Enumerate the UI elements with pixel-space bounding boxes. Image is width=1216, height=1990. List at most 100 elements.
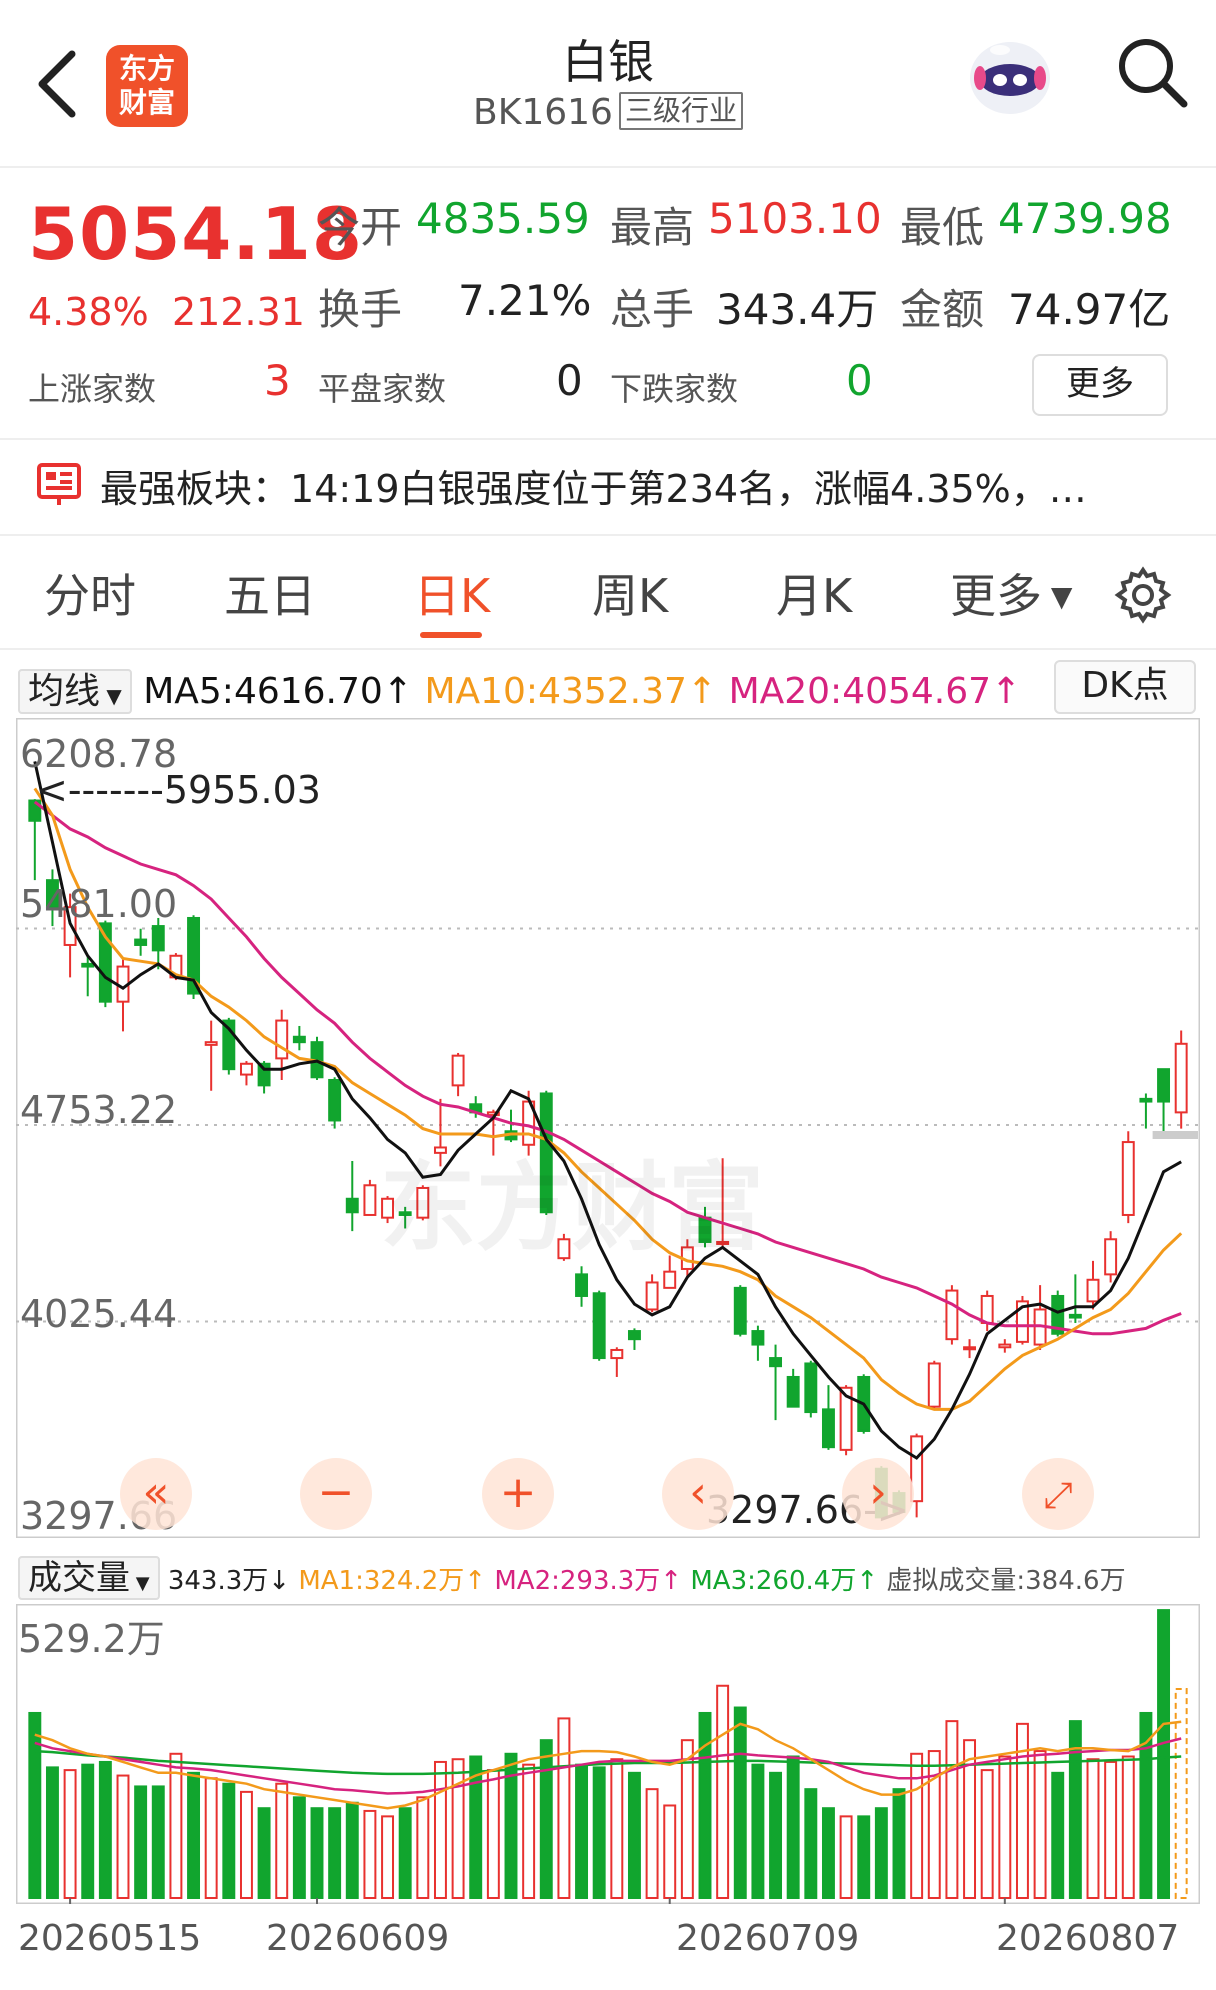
sector-label: 最强板块： bbox=[100, 467, 291, 511]
volume-bar-up bbox=[522, 1763, 536, 1899]
volume-bar-up bbox=[381, 1815, 395, 1899]
volume-bar-down bbox=[821, 1807, 835, 1900]
volume-y-top: 529.2万 bbox=[18, 1617, 165, 1661]
candle-up bbox=[239, 1062, 253, 1076]
turnover-value: 7.21% bbox=[458, 276, 592, 325]
turnover-label: 换手 bbox=[318, 285, 403, 334]
page-title: 白银 bbox=[562, 35, 654, 89]
volume-bar-down bbox=[1157, 1609, 1171, 1899]
volume-chart[interactable] bbox=[16, 1604, 1200, 1904]
tab-five-day[interactable]: 五日 bbox=[224, 560, 316, 626]
logo-line2: 财富 bbox=[118, 86, 175, 119]
volume-bar-up bbox=[116, 1774, 130, 1900]
low-label: 最低 bbox=[900, 203, 985, 252]
candle-down bbox=[786, 1375, 800, 1408]
tab-more[interactable]: 更多 ▼ bbox=[950, 560, 1072, 626]
volume-bar-down bbox=[592, 1766, 606, 1899]
volume-selector[interactable]: 成交量 ▼ bbox=[18, 1556, 160, 1600]
volume-bar-down bbox=[45, 1766, 59, 1899]
candle-down bbox=[134, 938, 148, 946]
candle-down bbox=[151, 925, 165, 952]
divider bbox=[0, 648, 1216, 650]
gear-icon[interactable] bbox=[1114, 566, 1172, 624]
volume-bar-down bbox=[310, 1807, 324, 1900]
scroll-left-fast-button[interactable]: « bbox=[120, 1458, 192, 1530]
candle-up bbox=[963, 1346, 977, 1351]
chevron-left-icon: ‹ bbox=[689, 1467, 707, 1518]
search-icon[interactable] bbox=[1114, 34, 1190, 110]
flat-count-value: 0 bbox=[556, 356, 583, 405]
candle-down bbox=[575, 1273, 589, 1297]
volume-bar-down bbox=[28, 1711, 42, 1899]
volume-bar-down bbox=[328, 1807, 342, 1900]
fullscreen-button[interactable]: ⤢ bbox=[1022, 1458, 1094, 1530]
volume-value: 343.4万 bbox=[716, 285, 879, 334]
volume-selector-label: 成交量 bbox=[28, 1558, 130, 1598]
volume-bar-down bbox=[804, 1788, 818, 1899]
volume-bar-up bbox=[980, 1769, 994, 1899]
change-amount: 212.31 bbox=[172, 290, 305, 334]
volume-bar-down bbox=[1139, 1711, 1153, 1899]
current-price: 5054.18 bbox=[28, 192, 363, 276]
tab-intraday[interactable]: 分时 bbox=[44, 560, 136, 626]
amount-value: 74.97亿 bbox=[1008, 285, 1171, 334]
strongest-sector-banner[interactable]: 最强板块：14:19白银强度位于第234名，涨幅4.35%，… bbox=[100, 458, 1180, 513]
scroll-left-button[interactable]: ‹ bbox=[662, 1458, 734, 1530]
candle-up bbox=[363, 1184, 377, 1216]
candle-down bbox=[1139, 1097, 1153, 1103]
tab-daily-k[interactable]: 日K bbox=[414, 560, 490, 626]
volume-bar-down bbox=[769, 1771, 783, 1899]
more-stats-button[interactable]: 更多 bbox=[1032, 354, 1168, 416]
tab-weekly-k[interactable]: 周K bbox=[592, 560, 668, 626]
candle-down bbox=[1157, 1068, 1171, 1103]
zoom-out-button[interactable]: − bbox=[300, 1458, 372, 1530]
candle-down bbox=[292, 1035, 306, 1044]
expand-icon: ⤢ bbox=[1043, 1475, 1073, 1516]
watermark: 东方财富 bbox=[380, 1152, 764, 1264]
volume-bar-up bbox=[557, 1717, 571, 1900]
date-label: 20260609 bbox=[266, 1918, 450, 1959]
volume-ma3: MA3:260.4万↑ bbox=[690, 1566, 879, 1596]
volume-bar-down bbox=[98, 1760, 112, 1899]
caret-down-icon: ▼ bbox=[130, 1573, 150, 1594]
volume-bar-up bbox=[610, 1758, 624, 1899]
candle-up bbox=[451, 1054, 465, 1087]
candle-up bbox=[1086, 1278, 1100, 1303]
back-arrow-icon[interactable] bbox=[30, 44, 90, 124]
zoom-in-button[interactable]: + bbox=[482, 1458, 554, 1530]
assistant-robot-icon[interactable] bbox=[960, 30, 1060, 120]
candle-up bbox=[204, 1041, 218, 1046]
dk-point-button[interactable]: DK点 bbox=[1054, 660, 1196, 714]
candle-up bbox=[1104, 1238, 1118, 1276]
sector-code: BK1616 bbox=[473, 92, 613, 133]
ma5-value: MA5:4616.70↑ bbox=[143, 671, 413, 712]
up-count-label: 上涨家数 bbox=[28, 370, 157, 408]
y-tick-3: 4753.22 bbox=[20, 1088, 178, 1132]
ma-selector[interactable]: 均线 ▼ bbox=[18, 669, 132, 714]
volume-bar-up bbox=[927, 1750, 941, 1899]
open-label: 今开 bbox=[318, 203, 403, 252]
up-count-value: 3 bbox=[264, 356, 291, 405]
down-count-value: 0 bbox=[846, 356, 873, 405]
ma10-value: MA10:4352.37↑ bbox=[424, 671, 718, 712]
volume-bar-down bbox=[627, 1771, 641, 1899]
volume-bar-up bbox=[645, 1788, 659, 1899]
volume-bar-down bbox=[874, 1807, 888, 1900]
volume-bar-up bbox=[1033, 1750, 1047, 1899]
volume-bar-down bbox=[857, 1815, 871, 1899]
volume-bar-down bbox=[151, 1785, 165, 1900]
candle-up bbox=[645, 1281, 659, 1311]
volume-bar-down bbox=[187, 1771, 201, 1899]
max-price-marker: <-------5955.03 bbox=[36, 768, 321, 812]
page-subtitle: BK1616 三级行业 bbox=[380, 92, 836, 133]
divider bbox=[0, 438, 1216, 440]
candlestick-chart[interactable] bbox=[16, 718, 1200, 1538]
volume-label: 总手 bbox=[610, 285, 695, 334]
flat-count-label: 平盘家数 bbox=[318, 370, 447, 408]
open-value: 4835.59 bbox=[416, 194, 590, 243]
volume-bar-down bbox=[222, 1782, 236, 1899]
scroll-right-button[interactable]: › bbox=[842, 1458, 914, 1530]
header: 东方 财富 白银 BK1616 三级行业 bbox=[0, 0, 1216, 168]
tab-monthly-k[interactable]: 月K bbox=[776, 560, 852, 626]
sector-detail: 14:19白银强度位于第234名，涨幅4.35%，… bbox=[290, 467, 1087, 511]
